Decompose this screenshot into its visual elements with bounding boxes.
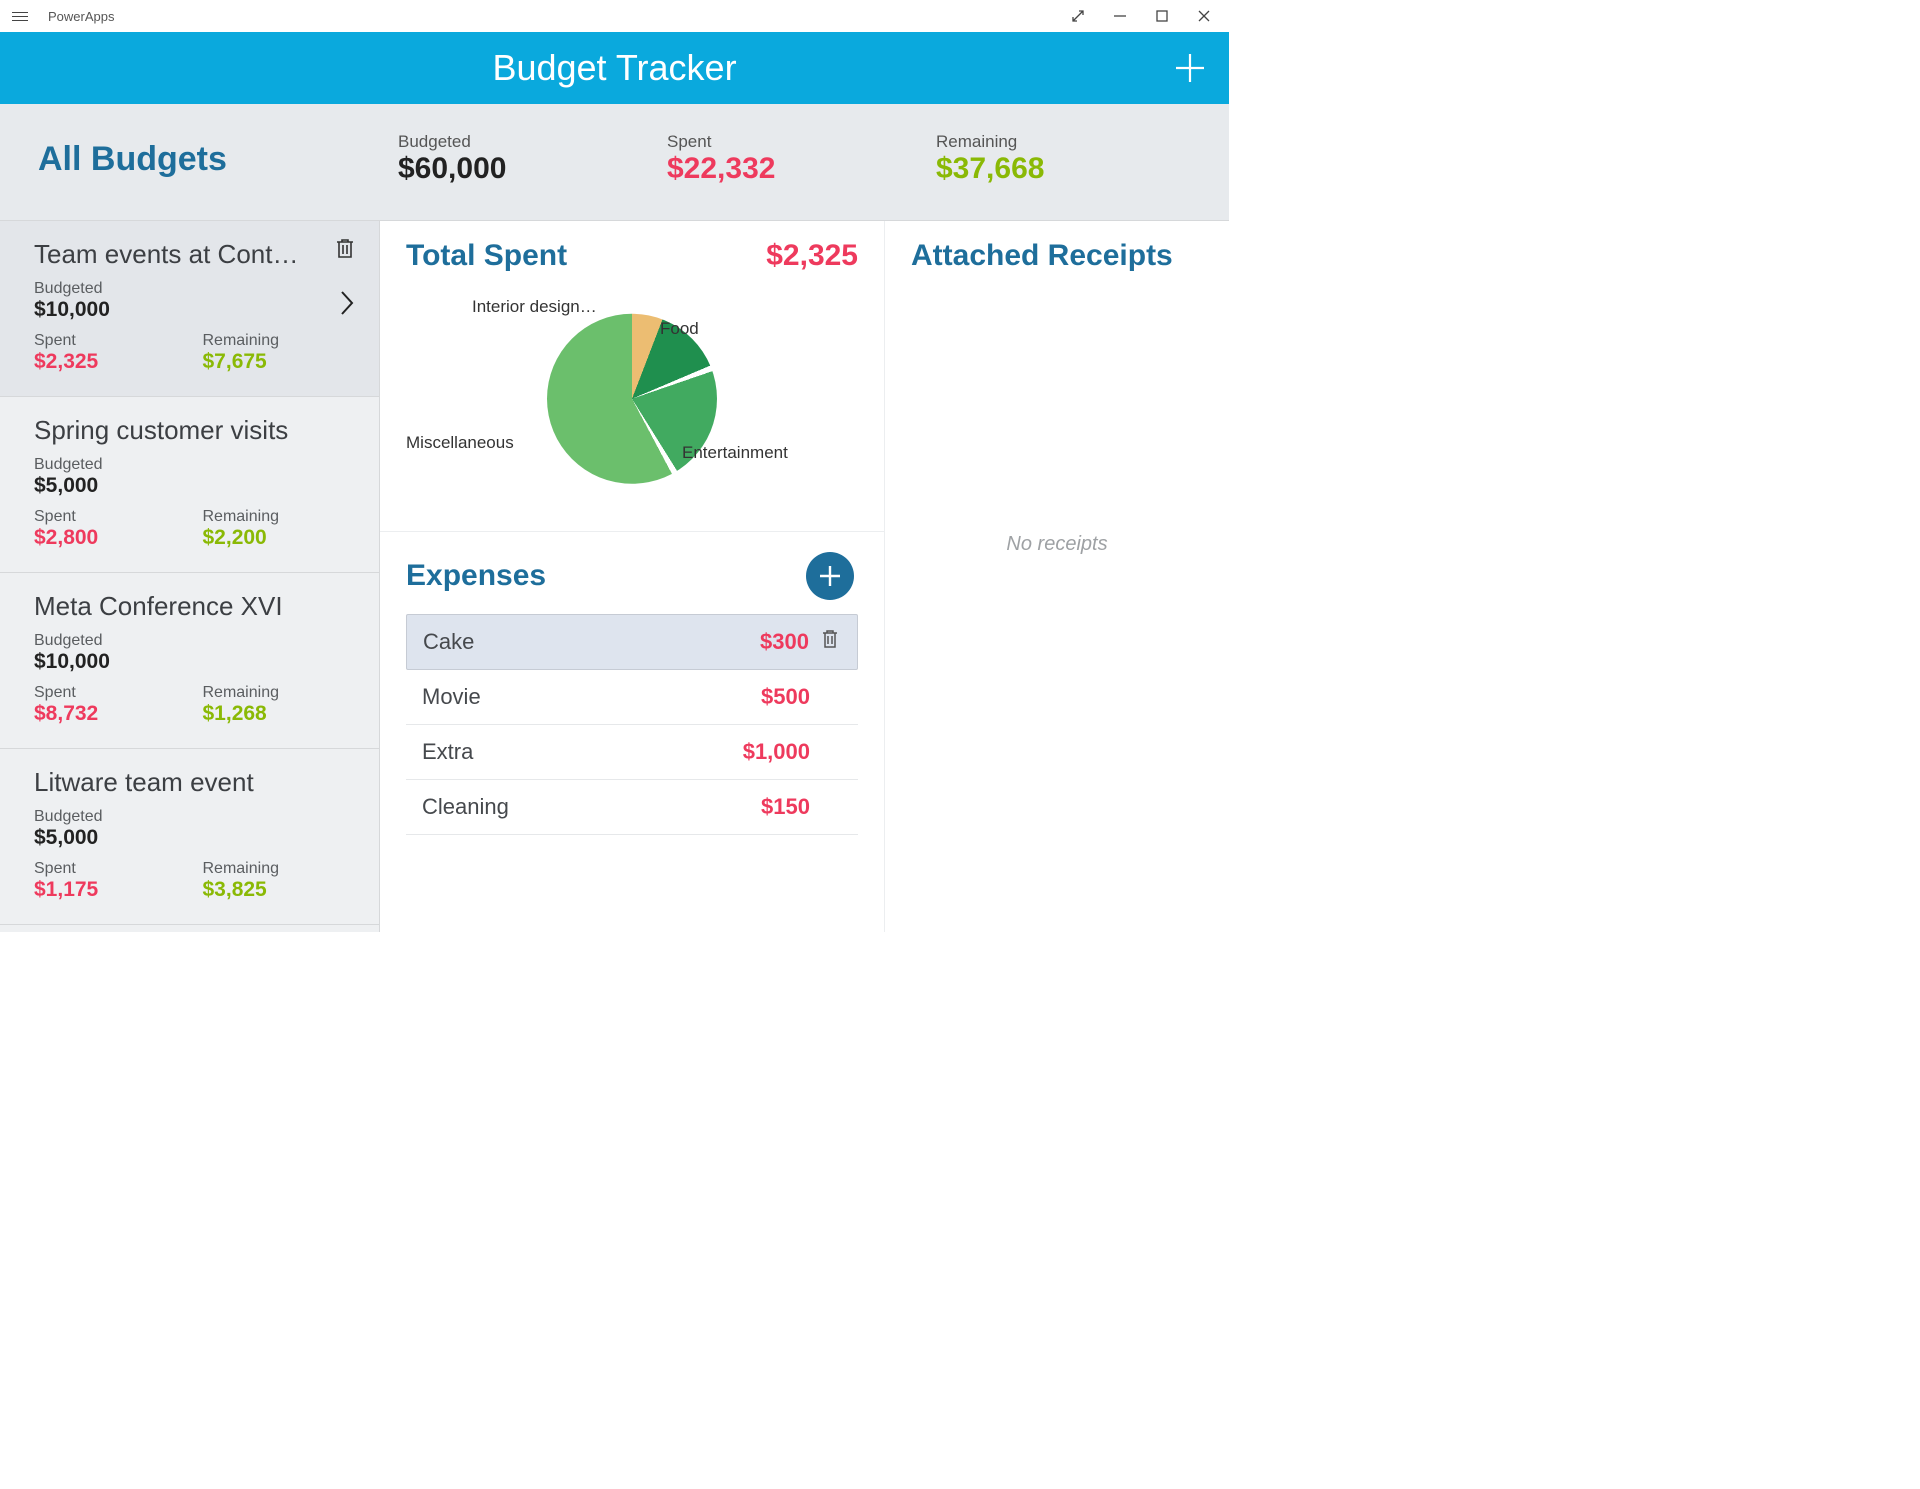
budget-remaining-value: $2,200 <box>203 526 346 550</box>
add-expense-button[interactable] <box>806 552 854 600</box>
budget-item[interactable]: Meta Conference XVI Budgeted $10,000 Spe… <box>0 573 379 749</box>
total-spent-value: $2,325 <box>766 239 858 273</box>
budget-remaining-value: $1,268 <box>203 702 346 726</box>
budget-budgeted-label: Budgeted <box>34 808 345 826</box>
expense-name: Cleaning <box>422 794 761 820</box>
pie-chart: Interior design… Food Miscellaneous Ente… <box>380 287 884 532</box>
summary-remaining-value: $37,668 <box>936 152 1195 186</box>
expense-name: Movie <box>422 684 761 710</box>
summary-budgeted-label: Budgeted <box>398 132 657 152</box>
summary-budgeted: Budgeted $60,000 <box>398 132 657 186</box>
expand-icon[interactable] <box>1071 9 1085 23</box>
window-titlebar: PowerApps <box>0 0 1229 32</box>
expense-row[interactable]: Extra $1,000 <box>406 725 858 780</box>
close-icon[interactable] <box>1197 9 1211 23</box>
budget-spent-value: $2,325 <box>34 350 177 374</box>
no-receipts-text: No receipts <box>911 533 1203 556</box>
summary-spent: Spent $22,332 <box>667 132 926 186</box>
budget-spent-label: Spent <box>34 684 177 702</box>
budget-budgeted-label: Budgeted <box>34 456 345 474</box>
chevron-right-icon[interactable] <box>339 289 355 322</box>
budget-item-title: Litware team event <box>34 767 345 798</box>
pie-label-interior: Interior design… <box>472 297 597 317</box>
expense-list: Cake $300 Movie $500 Extra $1,000 Cl <box>406 614 858 835</box>
budget-item[interactable]: Litware team event Budgeted $5,000 Spent… <box>0 749 379 925</box>
budget-budgeted-value: $5,000 <box>34 826 345 850</box>
expense-amount: $1,000 <box>743 739 810 765</box>
budget-spent-value: $8,732 <box>34 702 177 726</box>
summary-spent-value: $22,332 <box>667 152 926 186</box>
budget-budgeted-value: $10,000 <box>34 650 345 674</box>
total-spent-title: Total Spent <box>406 239 567 273</box>
budget-spent-value: $2,800 <box>34 526 177 550</box>
budget-remaining-value: $3,825 <box>203 878 346 902</box>
expense-row[interactable]: Cleaning $150 <box>406 780 858 835</box>
budget-spent-label: Spent <box>34 860 177 878</box>
minimize-icon[interactable] <box>1113 9 1127 23</box>
budget-remaining-label: Remaining <box>203 860 346 878</box>
app-header: Budget Tracker <box>0 32 1229 104</box>
budget-remaining-label: Remaining <box>203 332 346 350</box>
expense-amount: $300 <box>760 629 809 655</box>
pie-label-misc: Miscellaneous <box>406 433 514 453</box>
content-area: Team events at Cont… Budgeted $10,000 Sp… <box>0 221 1229 932</box>
expense-row[interactable]: Movie $500 <box>406 670 858 725</box>
all-budgets-title: All Budgets <box>38 140 388 179</box>
budget-budgeted-value: $10,000 <box>34 298 345 322</box>
budget-item[interactable]: Spring customer visits Budgeted $5,000 S… <box>0 397 379 573</box>
hamburger-menu-icon[interactable] <box>12 12 28 21</box>
budget-remaining-value: $7,675 <box>203 350 346 374</box>
summary-budgeted-value: $60,000 <box>398 152 657 186</box>
expense-row[interactable]: Cake $300 <box>406 614 858 670</box>
app-title: Budget Tracker <box>492 47 736 89</box>
budget-budgeted-label: Budgeted <box>34 280 345 298</box>
detail-panel: Total Spent $2,325 Interior design… Food… <box>380 221 885 932</box>
budget-item[interactable]: Team events at Cont… Budgeted $10,000 Sp… <box>0 221 379 397</box>
summary-spent-label: Spent <box>667 132 926 152</box>
expense-name: Cake <box>423 629 760 655</box>
add-budget-button[interactable] <box>1173 51 1207 85</box>
summary-remaining: Remaining $37,668 <box>936 132 1195 186</box>
trash-icon[interactable] <box>335 237 355 264</box>
pie-label-food: Food <box>660 319 699 339</box>
pie-label-ent: Entertainment <box>682 443 788 463</box>
expense-name: Extra <box>422 739 743 765</box>
maximize-icon[interactable] <box>1155 9 1169 23</box>
budget-item-title: Team events at Cont… <box>34 239 345 270</box>
window-app-name: PowerApps <box>48 9 114 24</box>
budget-remaining-label: Remaining <box>203 684 346 702</box>
budget-list: Team events at Cont… Budgeted $10,000 Sp… <box>0 221 380 932</box>
budget-spent-value: $1,175 <box>34 878 177 902</box>
budget-spent-label: Spent <box>34 332 177 350</box>
summary-band: All Budgets Budgeted $60,000 Spent $22,3… <box>0 104 1229 221</box>
trash-icon[interactable] <box>821 629 841 655</box>
receipts-title: Attached Receipts <box>911 239 1203 273</box>
budget-item-title: Meta Conference XVI <box>34 591 345 622</box>
summary-remaining-label: Remaining <box>936 132 1195 152</box>
expense-amount: $500 <box>761 684 810 710</box>
expense-amount: $150 <box>761 794 810 820</box>
budget-budgeted-value: $5,000 <box>34 474 345 498</box>
budget-spent-label: Spent <box>34 508 177 526</box>
expenses-title: Expenses <box>406 559 546 593</box>
budget-budgeted-label: Budgeted <box>34 632 345 650</box>
receipts-panel: Attached Receipts No receipts <box>885 221 1229 932</box>
budget-remaining-label: Remaining <box>203 508 346 526</box>
budget-item-title: Spring customer visits <box>34 415 345 446</box>
